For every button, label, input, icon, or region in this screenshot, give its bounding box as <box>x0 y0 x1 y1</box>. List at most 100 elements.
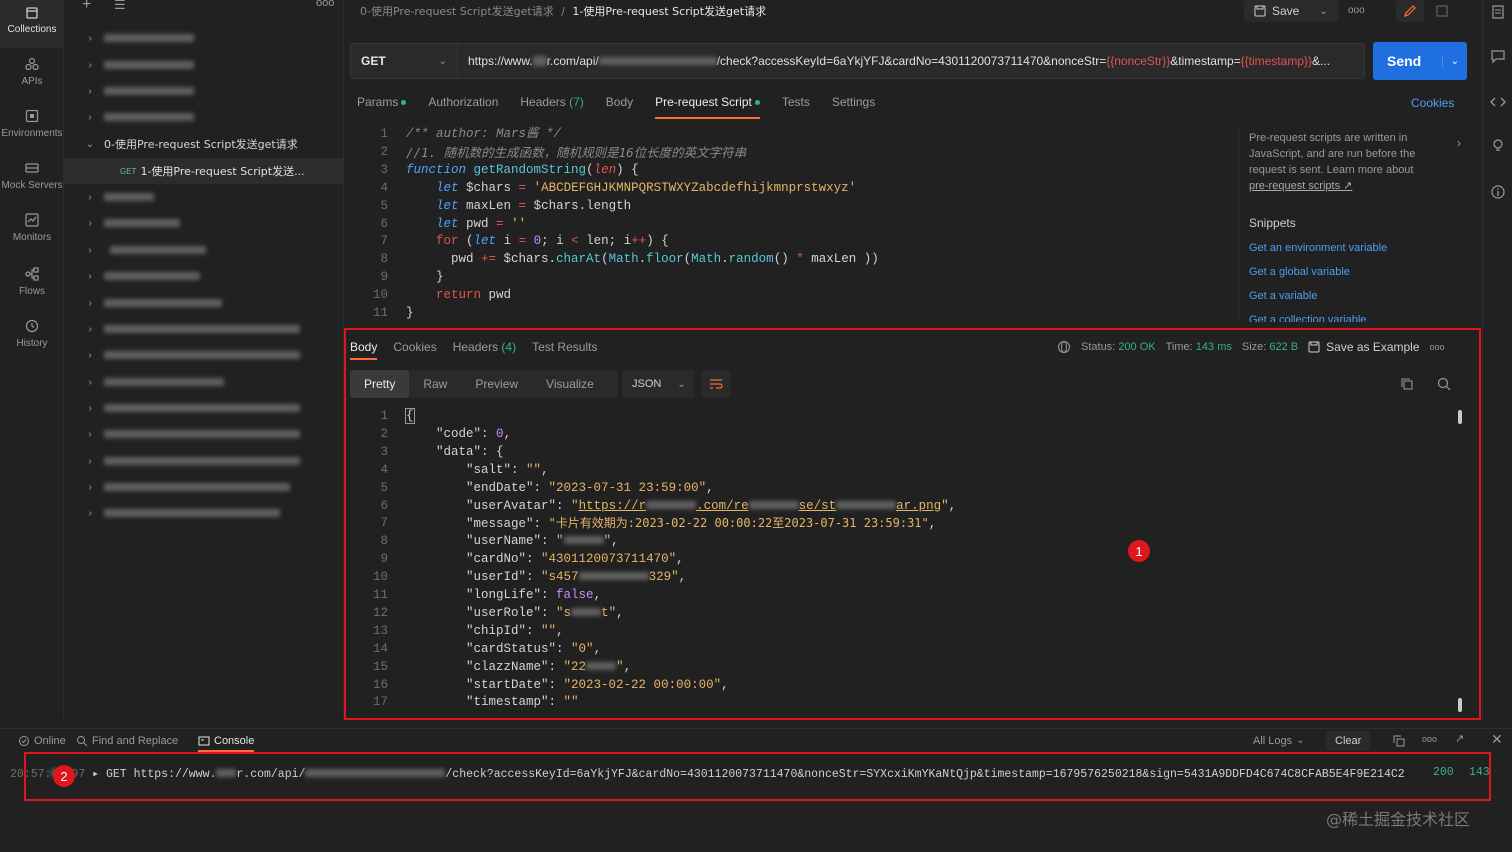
lightbulb-icon[interactable] <box>1490 138 1506 154</box>
status-value[interactable]: 200 OK <box>1118 341 1155 353</box>
url-variable[interactable]: {{nonceStr}} <box>1106 54 1170 68</box>
tree-folder[interactable]: › <box>64 52 344 78</box>
tab-params[interactable]: Params <box>357 95 407 119</box>
documentation-icon[interactable] <box>1490 4 1506 20</box>
chevron-right-icon: › <box>88 428 92 440</box>
save-as-example-button[interactable]: Save as Example <box>1308 340 1420 354</box>
search-icon[interactable] <box>1437 377 1451 391</box>
more-options-icon[interactable]: ooo <box>1348 5 1365 16</box>
rail-apis[interactable]: APIs <box>0 52 64 100</box>
tree-folder[interactable]: › <box>64 263 344 289</box>
format-visualize[interactable]: Visualize <box>532 370 608 398</box>
tree-folder[interactable]: › <box>64 369 344 395</box>
script-editor[interactable]: 1 2 3 4 5 6 7 8 9 10 11 /** author: Mars… <box>350 126 1238 322</box>
snippet-item[interactable]: Get a global variable <box>1249 266 1464 278</box>
save-button[interactable]: Save ⌄ <box>1244 0 1338 22</box>
blurred-label <box>104 483 290 491</box>
tree-folder[interactable]: › <box>64 474 344 500</box>
rail-collections[interactable]: Collections <box>0 0 64 48</box>
rail-monitors[interactable]: Monitors <box>0 208 64 256</box>
tree-folder[interactable]: › <box>64 500 344 526</box>
save-icon <box>1254 5 1266 17</box>
tree-folder[interactable]: › <box>64 184 344 210</box>
console-log-entry[interactable]: 20:57: 97 ▸ GET https://www. r.com/api//ch… <box>10 766 1490 781</box>
comments-icon[interactable] <box>1490 48 1506 64</box>
response-tab-test-results[interactable]: Test Results <box>532 340 597 360</box>
rail-flows[interactable]: Flows <box>0 262 64 310</box>
code-icon[interactable] <box>1490 94 1506 110</box>
send-button[interactable]: Send ⌄ <box>1373 42 1467 80</box>
chevron-right-icon: › <box>88 402 92 414</box>
copy-icon[interactable] <box>1393 735 1405 747</box>
all-logs-select[interactable]: All Logs ⌄ <box>1253 735 1305 747</box>
more-icon[interactable]: ooo <box>316 0 334 9</box>
rail-mock-servers[interactable]: Mock Servers <box>0 156 64 204</box>
close-icon[interactable]: ✕ <box>1491 731 1503 748</box>
tree-folder[interactable]: › <box>64 395 344 421</box>
more-icon[interactable]: ooo <box>1422 734 1437 744</box>
tree-folder[interactable]: › <box>64 448 344 474</box>
tree-folder[interactable]: › <box>64 421 344 447</box>
tree-request-item[interactable]: GET 1-使用Pre-request Script发送... <box>64 158 344 184</box>
tree-folder[interactable]: › <box>64 78 344 104</box>
snippet-item[interactable]: Get a collection variable <box>1249 314 1464 322</box>
rail-history[interactable]: History <box>0 314 64 362</box>
time-value[interactable]: 143 ms <box>1196 341 1232 353</box>
online-status[interactable]: Online <box>18 735 66 747</box>
response-body[interactable]: 1 2 3 4 5 6 7 8 9 10 11 12 13 14 15 16 1… <box>350 408 1450 714</box>
tree-folder[interactable]: › <box>64 290 344 316</box>
scrollbar[interactable] <box>1458 698 1462 712</box>
clear-button[interactable]: Clear <box>1326 730 1371 751</box>
edit-mode-button[interactable] <box>1396 0 1424 22</box>
tab-authorization[interactable]: Authorization <box>428 95 498 119</box>
tree-folder[interactable]: › <box>64 342 344 368</box>
add-icon[interactable]: + <box>82 0 91 14</box>
snippet-item[interactable]: Get an environment variable <box>1249 242 1464 254</box>
tab-pre-request-script[interactable]: Pre-request Script <box>655 95 760 119</box>
filter-icon[interactable]: ☰ <box>114 0 126 13</box>
tab-body[interactable]: Body <box>606 95 633 119</box>
status-field: Status: 200 OK <box>1081 341 1156 353</box>
tree-folder[interactable]: › <box>64 316 344 342</box>
find-replace-button[interactable]: Find and Replace <box>76 735 178 747</box>
comment-mode-button[interactable] <box>1428 0 1456 22</box>
tree-folder[interactable]: › <box>64 104 344 130</box>
scrollbar[interactable] <box>1458 410 1462 424</box>
response-tab-cookies[interactable]: Cookies <box>393 340 436 360</box>
snippet-item[interactable]: Get a variable <box>1249 290 1464 302</box>
tab-settings[interactable]: Settings <box>832 95 875 119</box>
chevron-right-icon[interactable]: › <box>1457 136 1461 150</box>
chevron-down-icon[interactable]: ⌄ <box>1319 6 1327 17</box>
response-tab-headers[interactable]: Headers (4) <box>453 340 516 360</box>
tree-folder[interactable]: › <box>64 25 344 51</box>
tree-folder-open[interactable]: ⌄ 0-使用Pre-request Script发送get请求 <box>64 131 344 157</box>
method-select[interactable]: GET ⌄ <box>350 43 458 79</box>
format-preview[interactable]: Preview <box>461 370 532 398</box>
copy-icon[interactable] <box>1400 377 1414 391</box>
wrap-lines-button[interactable] <box>702 370 730 398</box>
url-input[interactable]: https://www. r.com/api/ /check?accessKeyId… <box>458 43 1365 79</box>
response-tab-body[interactable]: Body <box>350 340 378 360</box>
size-value[interactable]: 622 B <box>1269 341 1298 353</box>
blurred-label <box>104 430 300 438</box>
format-raw[interactable]: Raw <box>409 370 461 398</box>
expand-icon[interactable]: ↗ <box>1455 732 1464 745</box>
method-value: GET <box>361 54 386 68</box>
rail-environments[interactable]: Environments <box>0 104 64 152</box>
pre-request-scripts-link[interactable]: pre-request scripts ↗ <box>1249 180 1352 192</box>
url-variable[interactable]: {{timestamp}} <box>1241 54 1312 68</box>
globe-icon[interactable] <box>1057 340 1071 354</box>
chevron-down-icon[interactable]: ⌄ <box>1441 55 1459 67</box>
document-icon <box>1436 5 1448 17</box>
tree-folder[interactable]: › <box>64 210 344 236</box>
tree-folder[interactable]: › <box>64 237 344 263</box>
more-icon[interactable]: ooo <box>1430 342 1445 352</box>
breadcrumb-parent[interactable]: 0-使用Pre-request Script发送get请求 <box>360 5 554 18</box>
info-icon[interactable] <box>1490 184 1506 200</box>
tab-tests[interactable]: Tests <box>782 95 810 119</box>
console-tab[interactable]: Console <box>198 735 255 752</box>
language-select[interactable]: JSON ⌄ <box>622 370 694 398</box>
cookies-link[interactable]: Cookies <box>1411 96 1454 110</box>
format-pretty[interactable]: Pretty <box>350 370 410 398</box>
tab-headers[interactable]: Headers (7) <box>520 95 583 119</box>
